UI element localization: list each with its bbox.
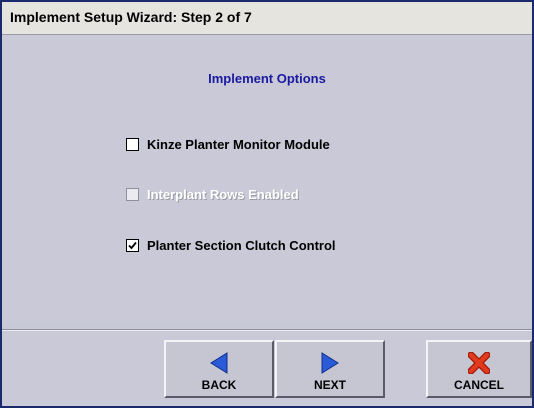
cancel-button-label: CANCEL bbox=[454, 378, 504, 392]
back-button-label: BACK bbox=[201, 378, 237, 392]
option-section-clutch-control[interactable]: Planter Section Clutch Control bbox=[126, 236, 336, 254]
next-button-label: NEXT bbox=[313, 378, 346, 392]
kinze-planter-monitor-checkbox[interactable] bbox=[126, 137, 139, 151]
right-arrow-icon bbox=[321, 352, 339, 374]
option-label: Kinze Planter Monitor Module bbox=[147, 136, 330, 152]
section-heading: Implement Options bbox=[208, 71, 326, 86]
window-title: Implement Setup Wizard: Step 2 of 7 bbox=[10, 9, 252, 25]
options-panel: Implement Options Kinze Planter Monitor … bbox=[2, 35, 532, 325]
option-label: Interplant Rows Enabled bbox=[147, 186, 299, 202]
next-button[interactable]: NEXT bbox=[275, 340, 385, 398]
option-label: Planter Section Clutch Control bbox=[147, 237, 336, 253]
wizard-footer: BACK NEXT CANCEL bbox=[2, 332, 532, 406]
red-x-icon bbox=[468, 352, 490, 374]
interplant-rows-checkbox bbox=[126, 187, 139, 201]
wizard-window: Implement Setup Wizard: Step 2 of 7 Impl… bbox=[0, 0, 534, 408]
section-clutch-control-checkbox[interactable] bbox=[126, 238, 139, 252]
left-arrow-icon bbox=[210, 352, 228, 374]
cancel-button[interactable]: CANCEL bbox=[426, 340, 532, 398]
back-button[interactable]: BACK bbox=[164, 340, 274, 398]
checkmark-icon bbox=[128, 241, 137, 249]
footer-divider bbox=[2, 329, 532, 331]
title-bar: Implement Setup Wizard: Step 2 of 7 bbox=[2, 2, 532, 35]
option-interplant-rows: Interplant Rows Enabled bbox=[126, 185, 299, 203]
option-kinze-planter-monitor[interactable]: Kinze Planter Monitor Module bbox=[126, 135, 330, 153]
